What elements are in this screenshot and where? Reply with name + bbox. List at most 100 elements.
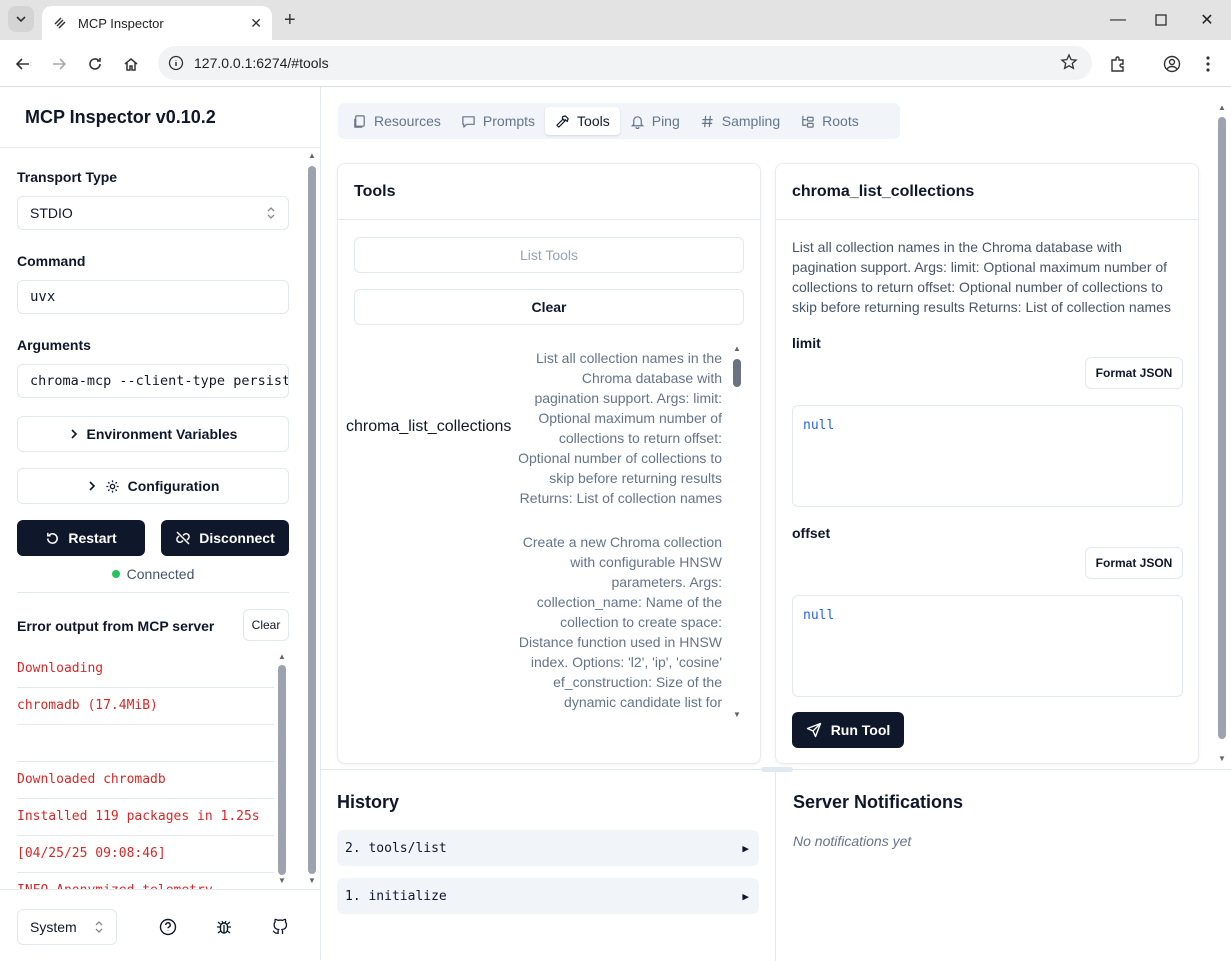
format-json-offset-button[interactable]: Format JSON — [1085, 547, 1183, 579]
tab-label: Roots — [822, 113, 859, 129]
profile-button[interactable] — [1160, 52, 1184, 76]
tab-prompts[interactable]: Prompts — [451, 107, 545, 135]
tool-description: Create a new Chroma collection with conf… — [518, 534, 722, 710]
hammer-icon — [555, 114, 570, 129]
restart-label: Restart — [68, 530, 117, 546]
tab-tools[interactable]: Tools — [545, 107, 620, 135]
extensions-button[interactable] — [1106, 52, 1130, 76]
theme-select[interactable]: System — [17, 909, 117, 945]
error-scroll-down[interactable]: ▼ — [278, 876, 286, 885]
param-limit-editor[interactable]: null — [792, 405, 1183, 507]
bell-icon — [630, 114, 645, 129]
reload-icon — [89, 58, 101, 70]
url-bar[interactable]: 127.0.0.1:6274/#tools — [158, 46, 1092, 80]
folder-tree-icon — [800, 114, 815, 129]
sidebar-scroll-down[interactable]: ▼ — [308, 876, 316, 885]
chevron-right-icon — [70, 429, 77, 439]
site-info-icon[interactable] — [166, 53, 186, 73]
error-line: Installed 119 packages in 1.25s — [17, 799, 274, 836]
new-tab-button[interactable]: + — [284, 9, 296, 32]
error-line: Downloading — [17, 651, 274, 688]
bookmark-star-icon[interactable] — [1060, 53, 1078, 74]
transport-select[interactable]: STDIO — [17, 196, 289, 230]
restart-button[interactable]: Restart — [17, 520, 145, 556]
main-panel: Resources Prompts Tools Ping Sampling Roots T… — [321, 87, 1231, 961]
list-tools-button[interactable]: List Tools — [354, 237, 744, 273]
reload-button[interactable] — [83, 52, 107, 76]
env-vars-label: Environment Variables — [86, 426, 238, 442]
history-item-label: 1. initialize — [345, 888, 447, 904]
file-icon — [352, 114, 367, 129]
param-offset-editor[interactable]: null — [792, 595, 1183, 697]
bottom-panel: History 2. tools/list ▶ 1. initialize ▶ … — [321, 767, 1231, 961]
tab-ping[interactable]: Ping — [620, 107, 690, 135]
tools-scroll-down[interactable]: ▼ — [733, 710, 741, 719]
help-icon[interactable] — [158, 917, 178, 937]
error-output-list: Downloading chromadb (17.4MiB) Downloaded … — [17, 651, 274, 889]
arrow-right-icon — [53, 58, 67, 70]
maximize-button[interactable] — [1138, 6, 1184, 34]
tool-detail-title: chroma_list_collections — [776, 164, 1198, 220]
run-tool-label: Run Tool — [830, 722, 891, 738]
minimize-button[interactable]: — — [1095, 6, 1141, 34]
back-button[interactable] — [11, 52, 35, 76]
bug-icon[interactable] — [214, 917, 234, 937]
tools-scroll-up[interactable]: ▲ — [733, 344, 741, 353]
format-json-limit-button[interactable]: Format JSON — [1085, 357, 1183, 389]
sidebar-footer: System — [0, 889, 321, 960]
status-text: Connected — [126, 566, 195, 582]
main-scroll-down[interactable]: ▼ — [1218, 754, 1226, 763]
tab-search-button[interactable] — [8, 6, 34, 32]
error-line: INFO Anonymized telemetry — [17, 873, 274, 889]
history-item[interactable]: 1. initialize ▶ — [337, 878, 759, 914]
history-title: History — [337, 792, 400, 812]
tools-scrollbar[interactable] — [733, 359, 741, 387]
close-window-button[interactable]: ✕ — [1184, 6, 1230, 34]
main-scroll-up[interactable]: ▲ — [1218, 103, 1226, 112]
clear-tools-button[interactable]: Clear — [354, 289, 744, 325]
sidebar-scrollbar[interactable] — [308, 166, 316, 874]
forward-button[interactable] — [47, 52, 71, 76]
error-line: chromadb (17.4MiB) — [17, 688, 274, 725]
error-clear-button[interactable]: Clear — [243, 609, 289, 641]
error-line: [04/25/25 09:08:46] — [17, 836, 274, 873]
tab-roots[interactable]: Roots — [790, 107, 869, 135]
connection-status: Connected — [0, 566, 306, 582]
history-item[interactable]: 2. tools/list ▶ — [337, 830, 759, 866]
environment-variables-button[interactable]: Environment Variables — [17, 416, 289, 452]
error-output-title: Error output from MCP server — [17, 618, 215, 634]
transport-value: STDIO — [30, 205, 73, 221]
puzzle-icon — [1111, 56, 1124, 72]
command-input[interactable]: uvx — [17, 280, 289, 314]
arguments-input[interactable]: chroma-mcp --client-type persist — [17, 364, 289, 398]
main-scrollbar[interactable] — [1218, 117, 1226, 739]
disconnect-button[interactable]: Disconnect — [161, 520, 289, 556]
run-tool-button[interactable]: Run Tool — [792, 712, 904, 748]
github-icon[interactable] — [270, 917, 290, 937]
tab-sampling[interactable]: Sampling — [690, 107, 790, 135]
tool-list-item[interactable]: Create a new Chroma collection with conf… — [346, 532, 726, 712]
tab-resources[interactable]: Resources — [342, 107, 451, 135]
rotate-ccw-icon — [47, 532, 59, 544]
error-scroll-up[interactable]: ▲ — [278, 652, 286, 661]
error-line: Downloaded chromadb — [17, 762, 274, 799]
browser-menu-button[interactable] — [1196, 52, 1220, 76]
config-label: Configuration — [127, 478, 220, 494]
address-bar-row: 127.0.0.1:6274/#tools — [0, 40, 1231, 87]
tool-name: chroma_list_collections — [346, 418, 512, 435]
expand-triangle-icon: ▶ — [742, 841, 749, 855]
home-icon — [124, 58, 138, 71]
sidebar-scroll-up[interactable]: ▲ — [308, 151, 316, 160]
close-tab-icon[interactable]: ✕ — [250, 15, 262, 32]
configuration-button[interactable]: Configuration — [17, 468, 289, 504]
tool-detail-description: List all collection names in the Chroma … — [792, 239, 1171, 315]
tool-list-item[interactable]: chroma_list_collections List all collect… — [346, 348, 726, 508]
chevron-right-icon — [89, 481, 95, 491]
error-scrollbar[interactable] — [278, 665, 286, 875]
arrow-left-icon — [15, 58, 29, 70]
tab-label: Resources — [374, 113, 441, 129]
home-button[interactable] — [119, 52, 143, 76]
chevron-down-icon — [16, 16, 26, 23]
sidebar: MCP Inspector v0.10.2 Transport Type STD… — [0, 87, 321, 960]
browser-tab[interactable]: MCP Inspector ✕ — [42, 6, 272, 40]
